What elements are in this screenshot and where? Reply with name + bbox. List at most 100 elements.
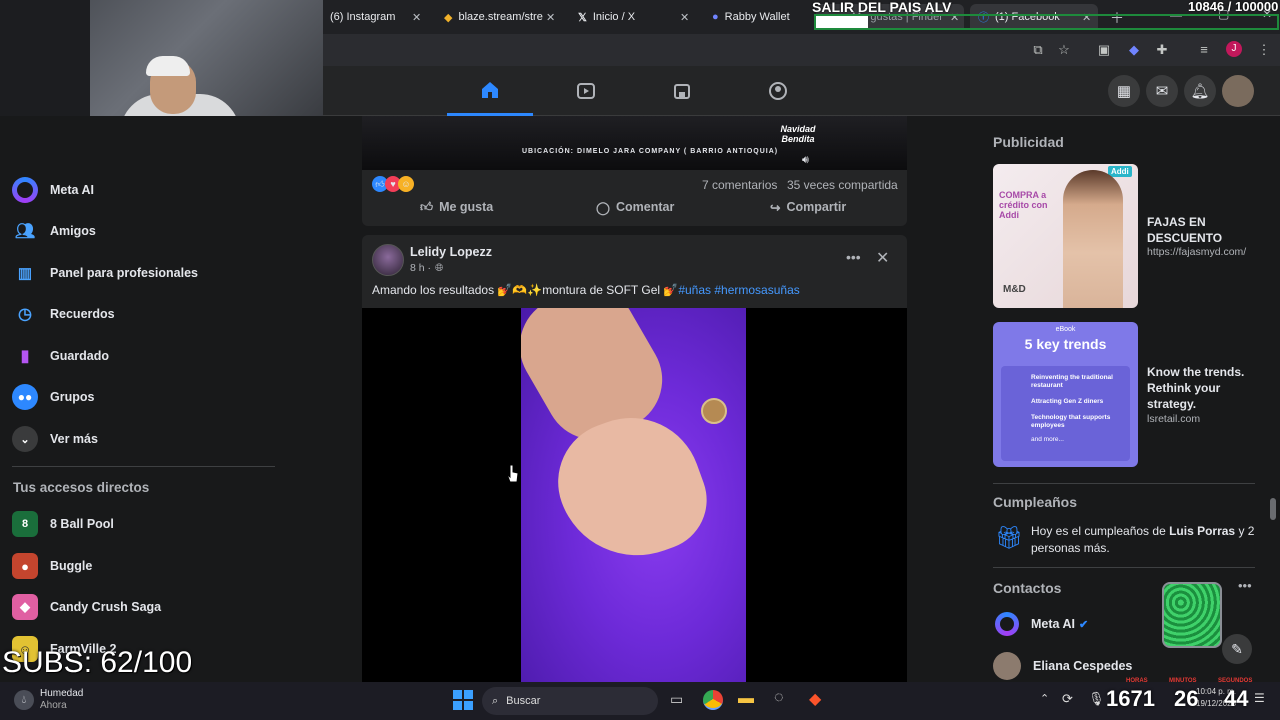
shortcut-buggle[interactable]: ● Buggle [12, 546, 92, 586]
ad-brand-badge: Addi [1108, 166, 1132, 177]
contacts-more-icon[interactable]: ••• [1238, 578, 1252, 593]
volume-icon[interactable]: 🔊︎ [802, 154, 809, 167]
humidity-icon: 💧︎ [14, 690, 34, 710]
more-options-icon[interactable]: ••• [846, 249, 861, 265]
shortcut-label: Candy Crush Saga [50, 600, 162, 614]
share-arrow-icon: ↪ [770, 201, 781, 215]
screenshot-icon[interactable]: ▣ [1096, 42, 1112, 58]
close-icon[interactable]: ✕ [546, 11, 555, 24]
nav-home[interactable] [447, 66, 533, 116]
ad-fajas[interactable]: COMPRA a crédito con Addi Addi M&D FAJAS… [993, 164, 1255, 308]
nav-marketplace[interactable] [639, 66, 725, 116]
comment-label: Comentar [616, 200, 675, 214]
app-icon[interactable]: ◌ [774, 689, 784, 707]
shortcut-8-ball-pool[interactable]: 8 8 Ball Pool [12, 504, 114, 544]
thumbs-up-icon: 👍︎ [420, 200, 434, 214]
messenger-button[interactable]: ✉ [1146, 75, 1178, 107]
start-windows-icon[interactable] [453, 690, 473, 710]
menu-grid-button[interactable]: ▦ [1108, 75, 1140, 107]
tab-blaze[interactable]: ◆ blaze.stream/stre ✕ [436, 4, 564, 30]
ad-lsretail[interactable]: eBook 5 key trends Reinventing the tradi… [993, 322, 1255, 467]
rabby-extension-icon[interactable]: ◆ [1126, 42, 1142, 58]
sidebar-see-more[interactable]: ⌄ Ver más [12, 419, 98, 459]
weather-title: Humedad [40, 688, 84, 699]
sync-icon[interactable]: ⟳ [1062, 691, 1073, 707]
ad-lsretail-title: Know the trends. Rethink your strategy. [1147, 365, 1245, 411]
rabby-icon: ● [712, 11, 719, 23]
mouse-cursor-icon [506, 464, 519, 483]
account-avatar[interactable] [1222, 75, 1254, 107]
file-explorer-icon[interactable]: ▬ [738, 690, 754, 708]
post-photo[interactable] [521, 308, 746, 682]
ad-bullet-1: Reinventing the traditional restaurant [1031, 374, 1113, 389]
video-icon [577, 83, 595, 99]
sidebar-item-saved[interactable]: ▮ Guardado [12, 336, 109, 376]
bookmark-star-icon[interactable]: ☆ [1056, 42, 1072, 58]
ad-fajas-image: COMPRA a crédito con Addi Addi M&D [993, 164, 1138, 308]
tray-chevron-icon[interactable]: ⌃ [1040, 692, 1049, 705]
comments-count[interactable]: 7 comentarios [702, 178, 777, 192]
ad-fajas-image-text: COMPRA a crédito con Addi [999, 190, 1048, 220]
shortcut-candy-crush[interactable]: ◆ Candy Crush Saga [12, 587, 161, 627]
sidebar-item-friends[interactable]: 👥︎ Amigos [12, 211, 96, 251]
ad-bullet-2: Attracting Gen Z diners [1031, 398, 1104, 405]
ad-lsretail-image-text: 5 key trends [1024, 336, 1107, 352]
tab-rabby[interactable]: ● Rabby Wallet [704, 4, 810, 30]
nav-video[interactable] [543, 66, 629, 116]
candy-crush-icon: ◆ [12, 594, 38, 620]
shares-count[interactable]: 35 veces compartida [787, 178, 898, 192]
previous-post-banner[interactable]: UBICACIÓN: DIMELO JARA COMPANY ( BARRIO … [362, 116, 907, 170]
comment-button[interactable]: ◯ Comentar [596, 200, 674, 215]
notifications-button[interactable]: 🔔︎ [1184, 75, 1216, 107]
close-icon[interactable]: ✕ [680, 11, 689, 24]
post-time[interactable]: 8 h · [410, 262, 431, 275]
close-post-icon[interactable]: ✕ [876, 248, 889, 268]
post-hashtags[interactable]: #uñas #hermosasuñas [678, 283, 799, 297]
sidebar-item-label: Meta AI [50, 183, 94, 197]
mic-icon[interactable]: 🎙︎ [1088, 691, 1105, 707]
sidebar-item-memories[interactable]: ◷ Recuerdos [12, 294, 115, 334]
ad-bullets-box: Reinventing the traditional restaurant A… [1001, 366, 1130, 461]
post-media[interactable] [362, 308, 907, 682]
task-view-icon[interactable]: ▭ [670, 691, 683, 708]
birthday-text[interactable]: Hoy es el cumpleaños de Luis Porras y 2 … [1031, 523, 1259, 557]
ad-lsretail-image: eBook 5 key trends Reinventing the tradi… [993, 322, 1138, 467]
birthdays-title: Cumpleaños [993, 494, 1078, 510]
profile-avatar-icon[interactable]: J [1226, 41, 1242, 57]
x-logo-icon: 𝕏 [578, 11, 587, 24]
new-message-button[interactable]: ✎ [1222, 634, 1252, 664]
facebook-header: ▦ ✉ 🔔︎ [323, 66, 1280, 116]
playlist-icon[interactable]: ≡ [1196, 42, 1212, 58]
sidebar-item-groups[interactable]: ●● Grupos [12, 377, 94, 417]
post-author[interactable]: Lelidy Lopezz [410, 245, 492, 259]
banner-logo: Navidad Bendita [780, 124, 816, 144]
birthday-prefix: Hoy es el cumpleaños de [1031, 524, 1170, 538]
weather-widget[interactable]: 💧︎ Humedad Ahora [14, 688, 83, 712]
post-text: Amando los resultados 💅🫶✨montura de SOFT… [372, 283, 800, 297]
brave-icon[interactable]: ◆ [809, 689, 821, 709]
taskbar-search[interactable]: ⌕ Buscar [482, 687, 658, 715]
chrome-icon[interactable] [703, 690, 723, 710]
nav-groups[interactable] [735, 66, 821, 116]
sidebar-item-label: Panel para profesionales [50, 266, 198, 280]
sidebar-item-meta-ai[interactable]: Meta AI [12, 170, 94, 210]
share-button[interactable]: ↪ Compartir [770, 200, 846, 215]
post-meta: 8 h · 🌐︎ [410, 262, 443, 275]
close-icon[interactable]: ✕ [412, 11, 421, 24]
scrollbar-thumb[interactable] [1270, 498, 1276, 520]
groups-icon: ●● [12, 384, 38, 410]
tab-instagram[interactable]: (6) Instagram ✕ [322, 4, 430, 30]
like-button[interactable]: 👍︎ Me gusta [420, 200, 493, 215]
reactions[interactable]: 👍︎ ♥ ☺ [372, 176, 414, 192]
stream-title: SALIR DEL PAIS ALV [812, 0, 952, 15]
sidebar-item-professional-dashboard[interactable]: ▥ Panel para profesionales [12, 253, 198, 293]
tab-label: Inicio / X [592, 11, 636, 23]
extensions-icon[interactable]: ✚ [1154, 42, 1170, 58]
tab-x[interactable]: 𝕏 Inicio / X ✕ [570, 4, 698, 30]
cast-icon[interactable]: ⧉ [1030, 42, 1046, 58]
comment-bubble-icon: ◯ [596, 201, 610, 215]
author-avatar[interactable] [372, 244, 404, 276]
contact-eliana[interactable]: Eliana Cespedes [993, 652, 1132, 680]
contact-meta-ai[interactable]: Meta AI ✔ [995, 612, 1088, 636]
menu-kebab-icon[interactable]: ⋮ [1256, 42, 1272, 58]
